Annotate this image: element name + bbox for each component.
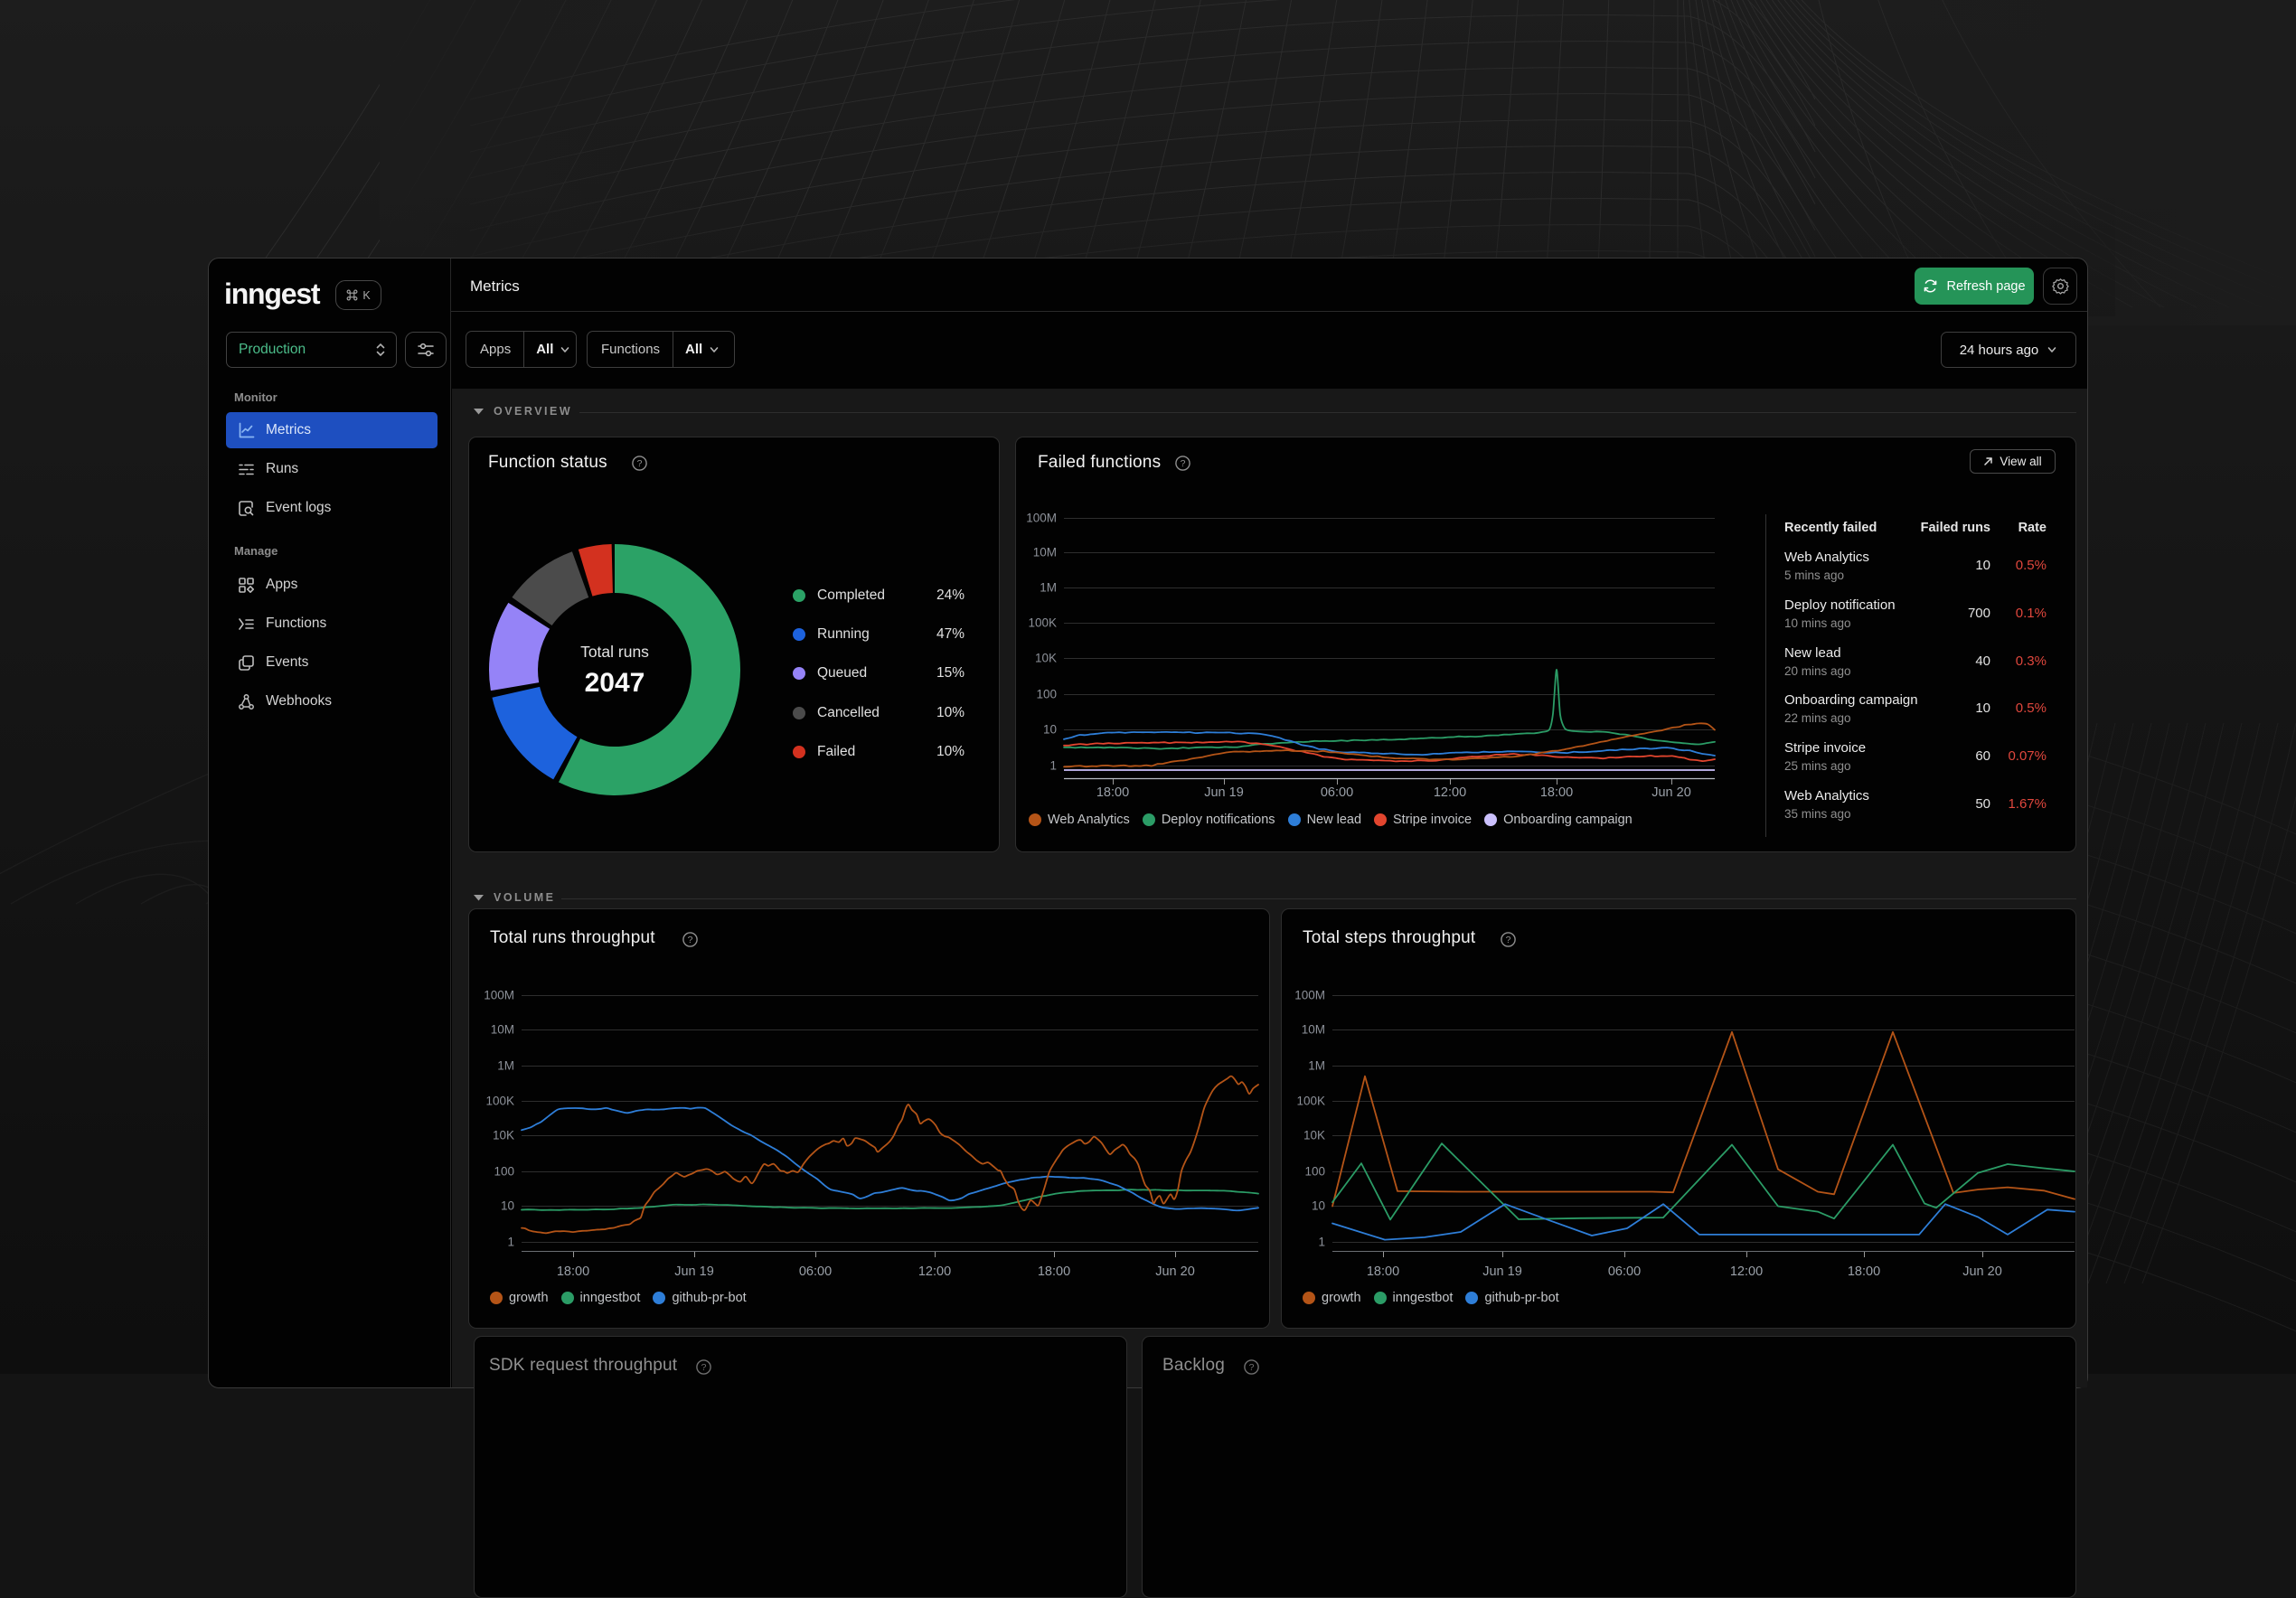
svg-text:100M: 100M	[1026, 512, 1057, 525]
svg-text:1M: 1M	[1308, 1059, 1325, 1073]
svg-text:100: 100	[494, 1165, 514, 1179]
svg-text:10K: 10K	[1035, 652, 1057, 665]
svg-text:18:00: 18:00	[1848, 1264, 1880, 1279]
svg-text:12:00: 12:00	[918, 1264, 951, 1279]
svg-text:Jun 20: Jun 20	[1651, 785, 1691, 800]
svg-text:1M: 1M	[497, 1059, 514, 1073]
svg-text:Jun 19: Jun 19	[1204, 785, 1244, 800]
svg-text:100K: 100K	[1296, 1095, 1325, 1108]
svg-text:10: 10	[1312, 1199, 1325, 1213]
svg-text:100M: 100M	[1294, 989, 1325, 1002]
svg-text:18:00: 18:00	[1038, 1264, 1070, 1279]
svg-text:06:00: 06:00	[799, 1264, 832, 1279]
svg-text:100K: 100K	[485, 1095, 514, 1108]
svg-text:100M: 100M	[484, 989, 514, 1002]
svg-text:Total runs: Total runs	[580, 643, 649, 661]
svg-text:10K: 10K	[493, 1129, 514, 1142]
svg-text:1: 1	[507, 1236, 514, 1249]
svg-text:18:00: 18:00	[557, 1264, 589, 1279]
svg-text:?: ?	[701, 1362, 707, 1373]
svg-text:18:00: 18:00	[1540, 785, 1573, 800]
svg-text:10K: 10K	[1303, 1129, 1325, 1142]
svg-text:?: ?	[1249, 1362, 1255, 1373]
svg-text:10M: 10M	[1302, 1023, 1325, 1037]
svg-text:2047: 2047	[585, 668, 645, 698]
svg-text:10: 10	[501, 1199, 514, 1213]
svg-text:100: 100	[1036, 688, 1057, 701]
svg-text:10M: 10M	[491, 1023, 514, 1037]
svg-text:06:00: 06:00	[1608, 1264, 1641, 1279]
svg-text:06:00: 06:00	[1321, 785, 1353, 800]
svg-text:Jun 20: Jun 20	[1962, 1264, 2002, 1279]
svg-text:18:00: 18:00	[1367, 1264, 1399, 1279]
svg-text:Jun 19: Jun 19	[674, 1264, 714, 1279]
svg-text:1: 1	[1049, 759, 1057, 773]
svg-text:1M: 1M	[1040, 581, 1057, 595]
svg-text:Jun 20: Jun 20	[1155, 1264, 1195, 1279]
svg-text:18:00: 18:00	[1096, 785, 1129, 800]
svg-text:12:00: 12:00	[1730, 1264, 1763, 1279]
svg-text:Jun 19: Jun 19	[1482, 1264, 1522, 1279]
svg-text:10M: 10M	[1033, 546, 1057, 559]
svg-text:1: 1	[1318, 1236, 1325, 1249]
svg-text:100: 100	[1304, 1165, 1325, 1179]
svg-text:10: 10	[1043, 723, 1057, 737]
svg-text:12:00: 12:00	[1434, 785, 1466, 800]
svg-text:100K: 100K	[1028, 616, 1057, 630]
